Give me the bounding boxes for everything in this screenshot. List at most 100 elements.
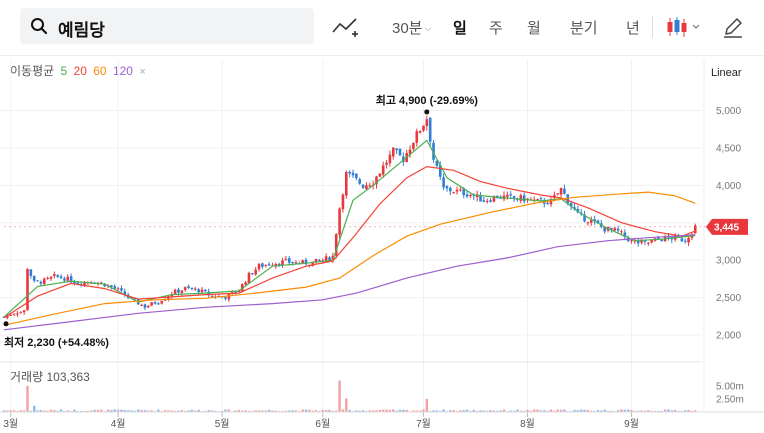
candle-body bbox=[22, 310, 26, 313]
candle-body bbox=[160, 301, 164, 304]
y-tick-label: 5,000 bbox=[716, 106, 741, 117]
y-tick-label: 4,500 bbox=[716, 143, 741, 154]
candle-body bbox=[425, 119, 429, 126]
max-price-marker bbox=[424, 109, 430, 115]
candle-body bbox=[324, 256, 328, 261]
x-tick-label: 6월 bbox=[315, 418, 330, 430]
x-tick-label: 5월 bbox=[215, 418, 230, 430]
candle-body bbox=[485, 200, 489, 202]
candle-body bbox=[368, 185, 372, 187]
candle-body bbox=[338, 208, 341, 235]
candle-body bbox=[355, 173, 358, 179]
candle-body bbox=[190, 287, 194, 290]
candle-body bbox=[489, 200, 492, 202]
candle-body bbox=[63, 278, 66, 281]
candle-body bbox=[113, 286, 117, 289]
candle-body bbox=[428, 117, 432, 142]
volume-bars bbox=[2, 380, 697, 412]
candle-body bbox=[251, 273, 254, 275]
chart-grid bbox=[0, 60, 702, 412]
candle-body bbox=[344, 172, 348, 196]
candle-body bbox=[361, 184, 365, 188]
candle-body bbox=[284, 259, 288, 261]
candle-body bbox=[224, 297, 227, 299]
candle-body bbox=[291, 262, 294, 264]
candle-body bbox=[183, 287, 187, 291]
candle-body bbox=[287, 258, 291, 263]
candle-body bbox=[16, 313, 19, 315]
x-tick-label: 4월 bbox=[111, 418, 126, 430]
candle-body bbox=[412, 142, 415, 150]
candle-body bbox=[630, 240, 633, 242]
candle-body bbox=[442, 177, 445, 188]
min-price-marker bbox=[3, 321, 9, 327]
candle-body bbox=[180, 290, 184, 293]
candle-body bbox=[388, 154, 392, 164]
candle-body bbox=[210, 295, 214, 297]
candle-body bbox=[200, 289, 204, 293]
candle-body bbox=[116, 288, 120, 290]
candle-body bbox=[519, 195, 523, 201]
volume-bar bbox=[33, 405, 36, 412]
candle-body bbox=[267, 264, 271, 266]
volume-bar bbox=[425, 398, 429, 412]
candle-body bbox=[348, 171, 351, 174]
candle-body bbox=[187, 286, 190, 288]
candle-body bbox=[264, 264, 268, 266]
candle-body bbox=[687, 237, 690, 243]
candle-body bbox=[556, 193, 560, 195]
candle-body bbox=[465, 194, 469, 197]
candle-body bbox=[546, 202, 549, 205]
ma-line-120 bbox=[3, 234, 696, 331]
candle-body bbox=[539, 198, 543, 200]
candle-body bbox=[616, 228, 620, 231]
candle-body bbox=[146, 305, 150, 308]
moving-average-lines bbox=[3, 139, 696, 331]
candle-body bbox=[479, 195, 482, 202]
candle-body bbox=[418, 131, 422, 133]
y-tick-label: 2,500 bbox=[716, 293, 741, 304]
candle-body bbox=[559, 187, 563, 195]
candle-body bbox=[36, 280, 39, 282]
volume-bar bbox=[345, 398, 348, 412]
candle-body bbox=[482, 200, 486, 202]
candle-body bbox=[391, 147, 395, 157]
max-price-label: 최고 4,900 (-29.69%) bbox=[376, 93, 479, 107]
candle-body bbox=[341, 194, 345, 210]
chart-annotations: 최고 4,900 (-29.69%) 최저 2,230 (+54.48%) 3,44… bbox=[3, 93, 748, 349]
y-tick-label: 3,000 bbox=[716, 256, 741, 267]
candle-body bbox=[39, 281, 43, 284]
candle-body bbox=[385, 162, 388, 165]
candle-body bbox=[445, 186, 449, 189]
candle-body bbox=[506, 194, 509, 197]
candle-body bbox=[318, 259, 321, 261]
candle-body bbox=[140, 304, 143, 306]
candle-body bbox=[177, 289, 180, 293]
candle-body bbox=[650, 240, 653, 243]
volume-tick-label: 5.00m bbox=[716, 381, 744, 392]
y-tick-label: 2,000 bbox=[716, 331, 741, 342]
candle-body bbox=[358, 179, 362, 184]
candle-body bbox=[9, 314, 13, 316]
candle-body bbox=[157, 303, 160, 305]
candle-body bbox=[422, 125, 425, 131]
min-price-label: 최저 2,230 (+54.48%) bbox=[4, 335, 109, 349]
candle-body bbox=[53, 274, 56, 276]
ma-line-5 bbox=[3, 139, 696, 318]
candle-body bbox=[19, 311, 23, 313]
candle-body bbox=[153, 302, 157, 304]
candle-body bbox=[261, 263, 264, 267]
candle-body bbox=[563, 188, 566, 194]
candle-body bbox=[395, 148, 398, 151]
candle-body bbox=[204, 289, 207, 292]
candle-body bbox=[143, 304, 147, 308]
candle-body bbox=[680, 238, 684, 242]
candle-body bbox=[66, 276, 70, 281]
candle-body bbox=[294, 262, 298, 264]
candle-body bbox=[683, 240, 687, 242]
candle-body bbox=[351, 172, 355, 176]
x-tick-label: 8월 bbox=[520, 418, 535, 430]
price-chart[interactable]: 2,0002,5003,0003,5004,0004,5005,0003월4월5… bbox=[0, 0, 764, 433]
candle-body bbox=[29, 269, 33, 276]
candle-body bbox=[46, 277, 49, 279]
